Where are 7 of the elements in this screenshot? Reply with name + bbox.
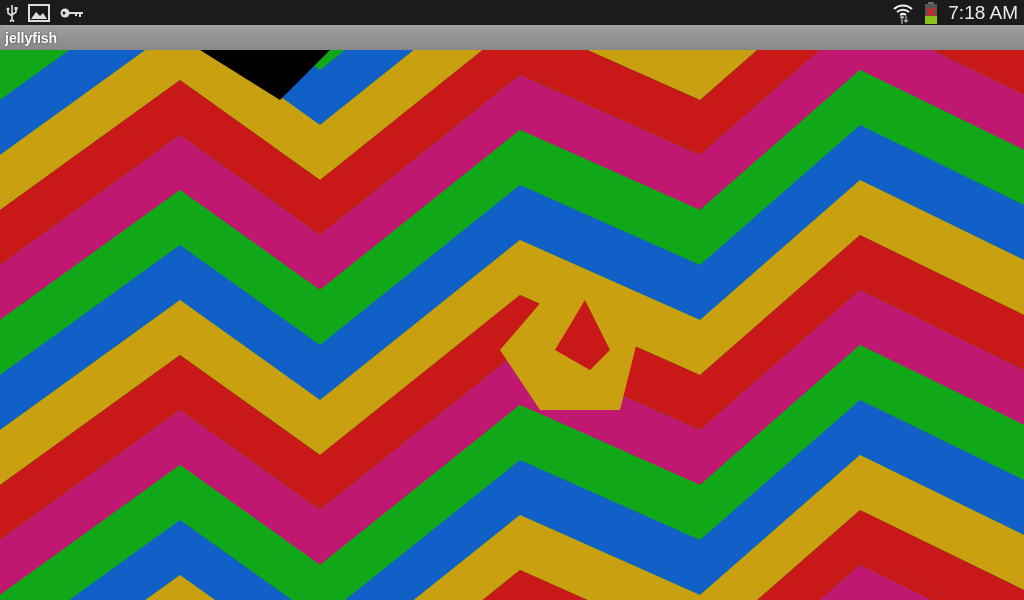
clock-time: 7:18 AM [948, 1, 1018, 24]
app-title: jellyfish [5, 29, 58, 46]
wifi-icon [892, 1, 915, 24]
usb-icon [6, 3, 18, 22]
battery-icon [924, 1, 939, 24]
image-icon [28, 3, 50, 22]
key-icon [60, 6, 84, 19]
